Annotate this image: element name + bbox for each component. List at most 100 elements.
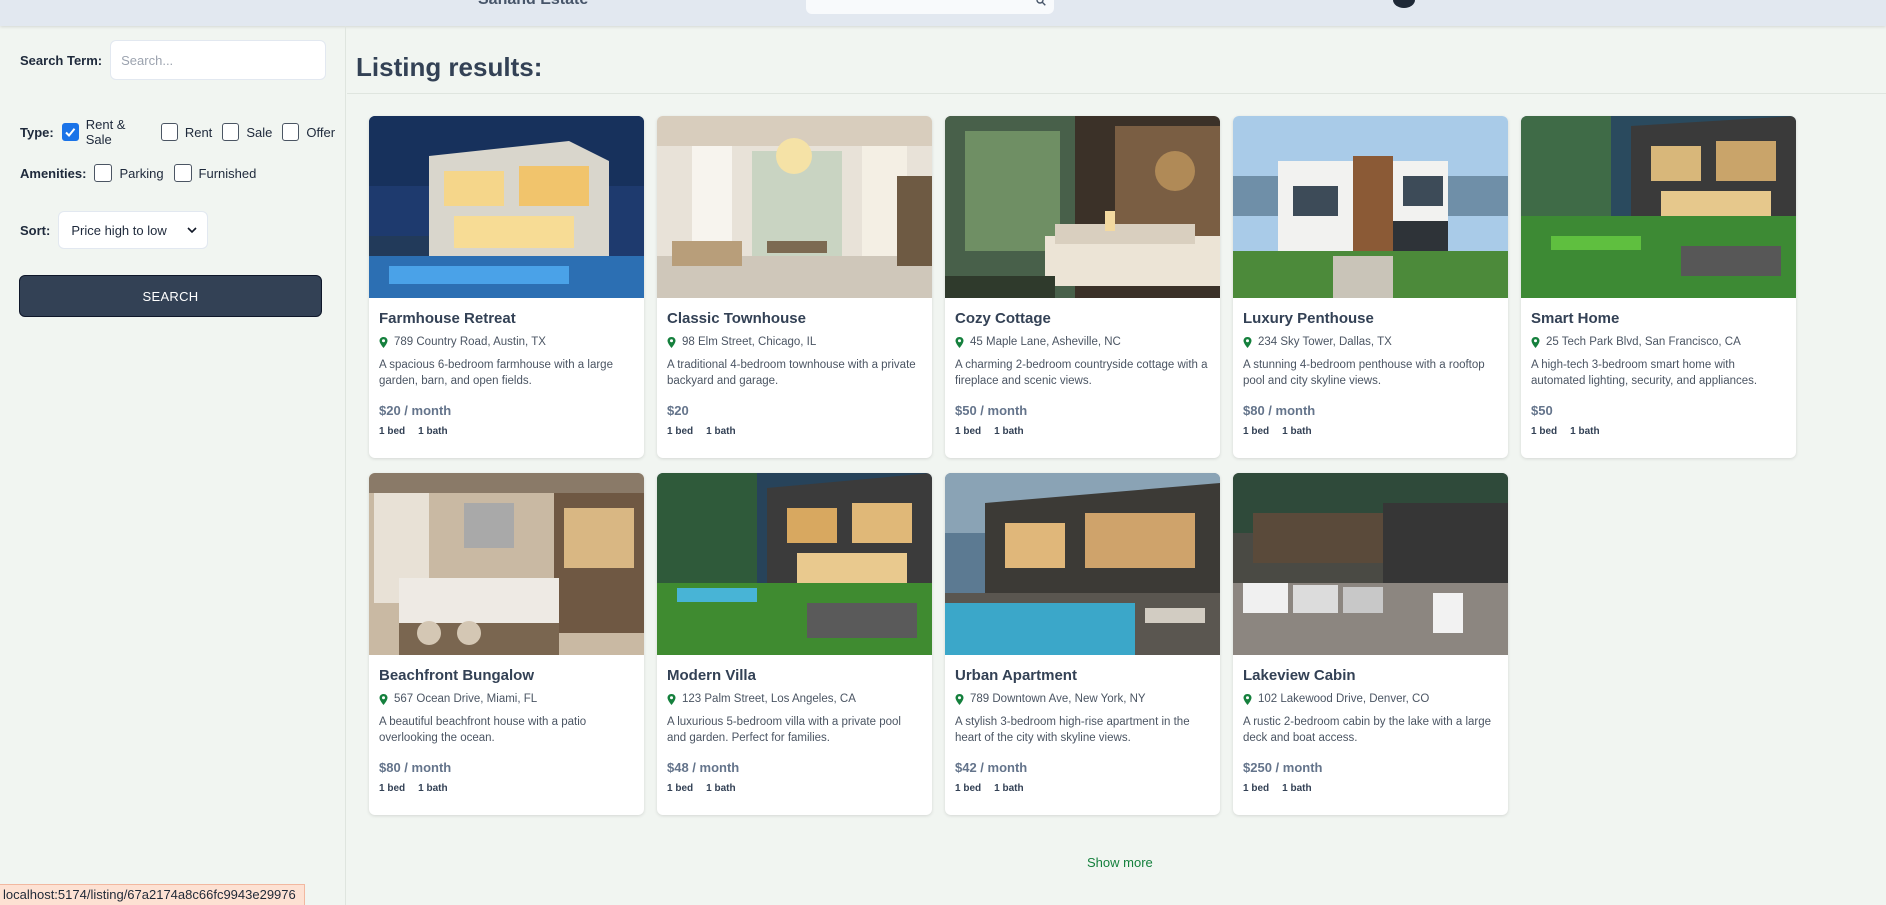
villa-night-image [369,116,644,298]
listing-title[interactable]: Cozy Cottage [955,310,1210,327]
status-bar-url: localhost:5174/listing/67a2174a8c66fc994… [0,884,305,905]
listing-beds: 1 bed [379,426,406,437]
listing-price: $80 / month [1243,403,1316,418]
header-search-input[interactable] [806,0,1054,14]
driveway-cars-image [1233,473,1508,655]
listing-image[interactable] [1233,473,1508,655]
page-title: Listing results: [356,52,543,82]
listing-title[interactable]: Lakeview Cabin [1243,667,1498,684]
bedroom-image [945,116,1220,298]
listing-image[interactable] [1521,116,1796,298]
listing-address: 98 Elm Street, Chicago, IL [682,336,817,348]
listing-price: $20 / month [379,403,452,418]
location-pin-icon [955,693,964,705]
listing-beds: 1 bed [1531,426,1558,437]
search-icon[interactable] [1036,0,1046,6]
search-button[interactable]: SEARCH [19,275,322,317]
modern-house-image [1233,116,1508,298]
amenities-row: Amenities: Parking Furnished [20,164,266,182]
option-label-sale: Sale [246,124,273,140]
listing-baths: 1 bath [1282,783,1312,794]
option-label-parking: Parking [119,165,164,181]
listing-card[interactable]: Lakeview Cabin 102 Lakewood Drive, Denve… [1233,473,1508,815]
listing-image[interactable] [945,473,1220,655]
listing-beds: 1 bed [667,426,694,437]
listing-address: 45 Maple Lane, Asheville, NC [970,336,1121,348]
listing-image[interactable] [369,116,644,298]
listing-description: A traditional 4-bedroom townhouse with a… [667,359,916,387]
checkbox-offer[interactable] [282,123,300,141]
listing-description: A luxurious 5-bedroom villa with a priva… [667,716,901,744]
location-pin-icon [379,693,388,705]
header: Sahand Estate [0,0,1886,26]
show-more-link[interactable]: Show more [1087,855,1153,870]
brand-logo[interactable]: Sahand Estate [478,0,588,9]
listing-card[interactable]: Smart Home 25 Tech Park Blvd, San Franci… [1521,116,1796,458]
listing-baths: 1 bath [706,426,736,437]
listing-price: $42 / month [955,760,1028,775]
listing-card[interactable]: Farmhouse Retreat 789 Country Road, Aust… [369,116,644,458]
villa-pool-image [945,473,1220,655]
listing-baths: 1 bath [994,783,1024,794]
listing-description: A beautiful beachfront house with a pati… [379,716,587,744]
checkbox-rent[interactable] [160,123,178,141]
listing-beds: 1 bed [667,783,694,794]
listing-image[interactable] [657,473,932,655]
listing-baths: 1 bath [418,426,448,437]
listing-results: Listing results: Farmhouse Retreat 789 C… [347,26,1886,905]
location-pin-icon [1531,336,1540,348]
garden-villas-image [1521,116,1796,298]
listing-price: $50 [1531,403,1553,418]
listing-beds: 1 bed [955,426,982,437]
listing-baths: 1 bath [418,783,448,794]
listing-card[interactable]: Classic Townhouse 98 Elm Street, Chicago… [657,116,932,458]
checkbox-furnished[interactable] [173,164,192,182]
listing-address: 102 Lakewood Drive, Denver, CO [1258,693,1430,705]
listing-card[interactable]: Urban Apartment 789 Downtown Ave, New Yo… [945,473,1220,815]
listing-address: 234 Sky Tower, Dallas, TX [1258,336,1392,348]
listing-title[interactable]: Farmhouse Retreat [379,310,634,327]
listing-description: A charming 2-bedroom countryside cottage… [955,359,1208,387]
listing-title[interactable]: Luxury Penthouse [1243,310,1498,327]
avatar[interactable] [1393,0,1415,8]
location-pin-icon [667,336,676,348]
listing-address: 567 Ocean Drive, Miami, FL [394,693,538,705]
search-term-input[interactable] [110,40,327,80]
listing-card[interactable]: Beachfront Bungalow 567 Ocean Drive, Mia… [369,473,644,815]
listing-description: A rustic 2-bedroom cabin by the lake wit… [1243,716,1492,744]
divider [347,93,1886,94]
listing-address: 25 Tech Park Blvd, San Francisco, CA [1546,336,1741,348]
listing-title[interactable]: Classic Townhouse [667,310,922,327]
listing-description: A stylish 3-bedroom high-rise apartment … [955,716,1190,744]
listing-address: 789 Country Road, Austin, TX [394,336,546,348]
listing-card[interactable]: Modern Villa 123 Palm Street, Los Angele… [657,473,932,815]
checkbox-sale[interactable] [222,123,240,141]
listing-title[interactable]: Beachfront Bungalow [379,667,634,684]
listing-image[interactable] [945,116,1220,298]
listing-card[interactable]: Cozy Cottage 45 Maple Lane, Asheville, N… [945,116,1220,458]
villa-dusk-image [657,473,932,655]
location-pin-icon [1243,336,1252,348]
listing-card[interactable]: Luxury Penthouse 234 Sky Tower, Dallas, … [1233,116,1508,458]
sort-select[interactable]: Price high to low [58,211,209,249]
listing-title[interactable]: Smart Home [1531,310,1786,327]
living-room-image [657,116,932,298]
listing-price: $250 / month [1243,760,1323,775]
listing-title[interactable]: Urban Apartment [955,667,1210,684]
listing-price: $20 [667,403,689,418]
listing-baths: 1 bath [706,783,736,794]
type-label: Type: [20,124,54,140]
listing-image[interactable] [657,116,932,298]
checkbox-parking[interactable] [94,164,113,182]
location-pin-icon [667,693,676,705]
listing-grid: Farmhouse Retreat 789 Country Road, Aust… [369,116,1849,815]
option-label-rent-and-sale: Rent & Sale [85,117,126,147]
listing-image[interactable] [1233,116,1508,298]
listing-image[interactable] [369,473,644,655]
listing-title[interactable]: Modern Villa [667,667,922,684]
amenities-label: Amenities: [20,165,87,181]
location-pin-icon [955,336,964,348]
checkbox-rent-and-sale[interactable] [61,123,79,141]
option-label-furnished: Furnished [198,165,257,181]
type-row: Type: Rent & Sale Rent Sale Offer [20,117,345,147]
